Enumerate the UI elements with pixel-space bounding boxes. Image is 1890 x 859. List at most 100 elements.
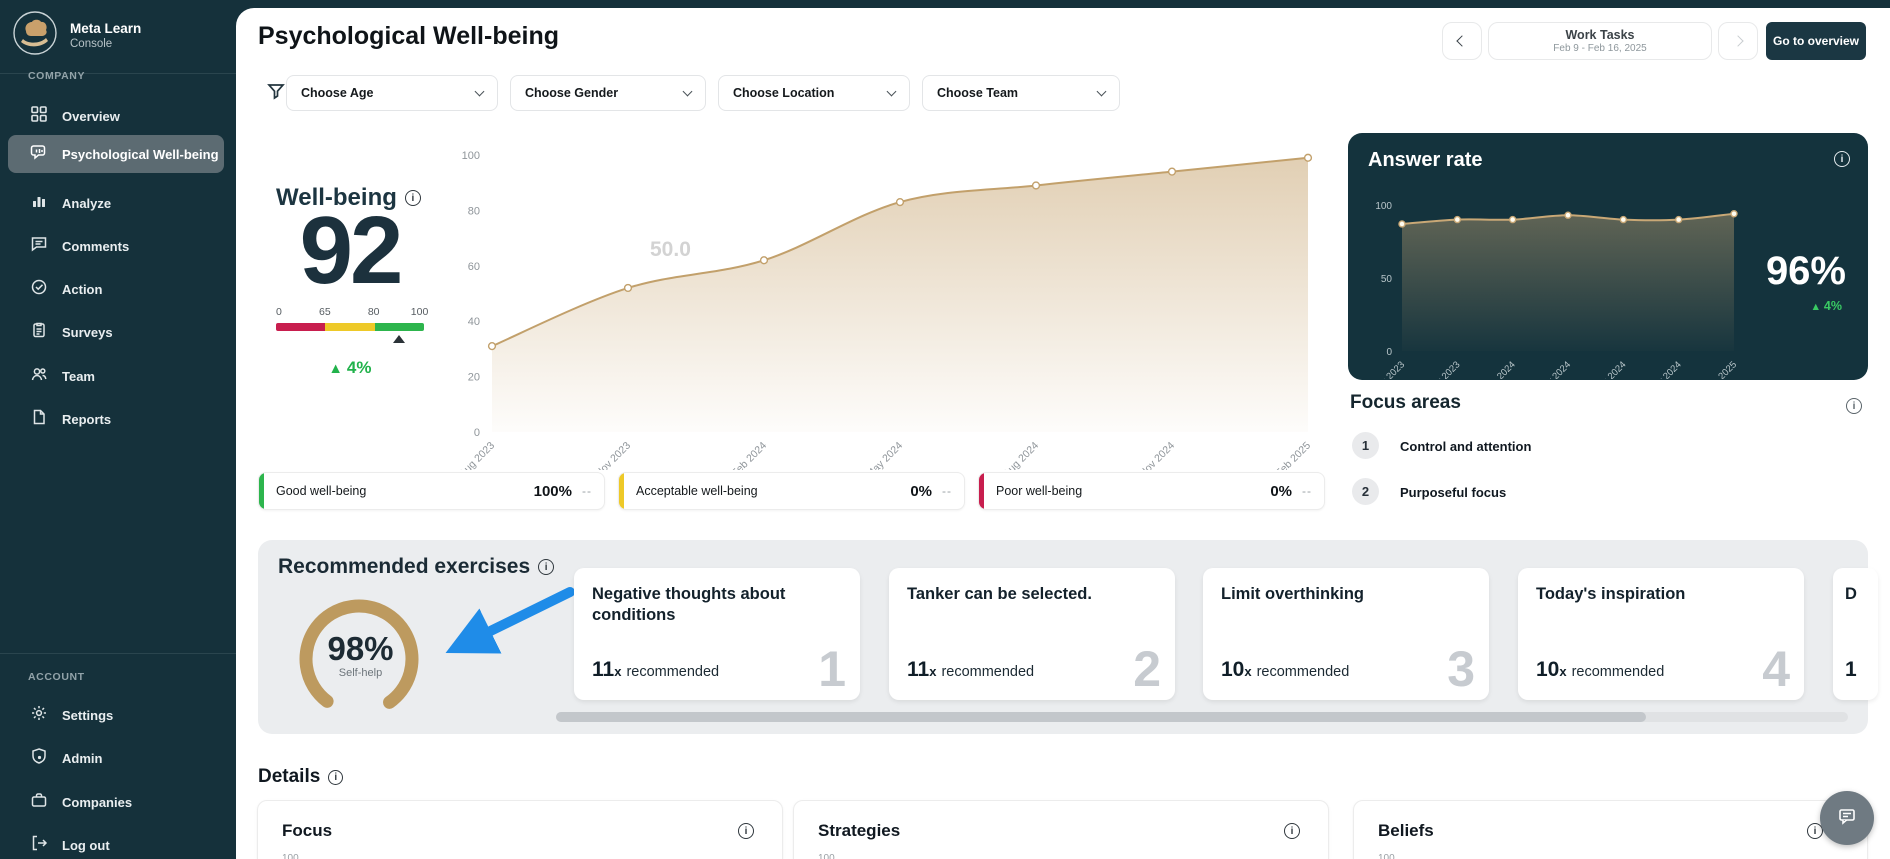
grid-icon [30, 105, 48, 128]
exercise-card[interactable]: D 1 [1833, 568, 1878, 700]
shield-icon [30, 747, 48, 770]
good-segment [375, 323, 424, 331]
brand-text: Meta Learn Console [70, 21, 141, 50]
sidebar-item-overview[interactable]: Overview [8, 97, 224, 135]
legend-more[interactable]: -- [582, 484, 592, 498]
gear-icon [30, 704, 48, 727]
exercise-count-label: recommended [1257, 664, 1350, 680]
sidebar-item-surveys[interactable]: Surveys [8, 313, 224, 351]
chevron-down-icon [887, 87, 897, 97]
exercise-card[interactable]: Limit overthinking 10xrecommended 3 [1203, 568, 1489, 700]
sidebar-item-team[interactable]: › Team [8, 357, 224, 395]
legend-more[interactable]: -- [1302, 484, 1312, 498]
exercise-rank: 3 [1447, 640, 1475, 698]
chevron-left-icon [1456, 35, 1467, 46]
svg-text:50: 50 [1381, 274, 1393, 285]
svg-text:Nov 2023: Nov 2023 [593, 440, 633, 470]
info-icon[interactable] [1846, 398, 1862, 414]
exercise-count: 10 [1221, 658, 1244, 682]
wellbeing-scale-labels: 0 65 80 100 [276, 306, 424, 319]
prev-period-button[interactable] [1442, 22, 1482, 60]
next-period-button[interactable] [1718, 22, 1758, 60]
chart-annotation: 50.0 [650, 238, 691, 262]
info-icon[interactable] [538, 559, 554, 575]
exercise-card[interactable]: Today's inspiration 10xrecommended 4 [1518, 568, 1804, 700]
exercise-title: Today's inspiration [1536, 584, 1746, 605]
people-icon [30, 365, 48, 388]
legend-more[interactable]: -- [942, 484, 952, 498]
team-filter-value: Choose Team [937, 86, 1018, 100]
exercise-title: D [1845, 584, 1878, 605]
svg-text:Aug 2024: Aug 2024 [1001, 440, 1041, 470]
info-icon[interactable] [328, 770, 343, 785]
svg-text:Aug 2024: Aug 2024 [1592, 359, 1629, 379]
sidebar-item-analyze[interactable]: Analyze [8, 184, 224, 222]
svg-text:0: 0 [474, 427, 480, 439]
svg-text:Feb 2025: Feb 2025 [1273, 440, 1313, 470]
svg-text:May 2024: May 2024 [864, 440, 905, 470]
info-icon[interactable] [1834, 151, 1850, 167]
sidebar-item-logout[interactable]: Log out [8, 826, 224, 859]
logout-icon [30, 834, 48, 857]
sidebar-item-label: Admin [62, 751, 102, 766]
exercises-scrollbar-thumb[interactable] [556, 712, 1646, 722]
sidebar-item-label: Analyze [62, 196, 111, 211]
wellbeing-scale: 0 65 80 100 [276, 306, 424, 331]
answer-rate-delta: 4% [1810, 299, 1842, 313]
info-icon[interactable] [1284, 823, 1300, 839]
sidebar-item-admin[interactable]: Admin [8, 739, 224, 777]
feedback-chat-button[interactable] [1820, 791, 1874, 845]
exercise-count-label: recommended [941, 664, 1034, 680]
period-range: Feb 9 - Feb 16, 2025 [1553, 43, 1646, 54]
sidebar-item-settings[interactable]: Settings [8, 696, 224, 734]
sidebar-item-label: Psychological Well-being [62, 147, 219, 162]
period-selector[interactable]: Work Tasks Feb 9 - Feb 16, 2025 [1488, 22, 1712, 60]
filter-icon [266, 81, 286, 106]
arrow-icon [430, 578, 580, 678]
legend-card-acceptable[interactable]: Acceptable well-being 0% -- [618, 472, 965, 510]
exercise-card[interactable]: Tanker can be selected. 11xrecommended 2 [889, 568, 1175, 700]
focus-area-label[interactable]: Control and attention [1400, 439, 1531, 454]
exercise-rank: 1 [818, 640, 846, 698]
exercises-scrollbar-track[interactable] [556, 712, 1848, 722]
answer-rate-title: Answer rate [1368, 149, 1483, 172]
comment-icon [30, 235, 48, 258]
detail-card-title: Strategies [818, 821, 900, 841]
focus-area-label[interactable]: Purposeful focus [1400, 485, 1506, 500]
chevron-right-icon [1732, 35, 1743, 46]
exercise-rank: 2 [1133, 640, 1161, 698]
legend-card-poor[interactable]: Poor well-being 0% -- [978, 472, 1325, 510]
svg-text:May 2024: May 2024 [1536, 359, 1573, 379]
chevron-down-icon [1097, 87, 1107, 97]
brand-name: Meta Learn [70, 21, 141, 36]
location-filter-select[interactable]: Choose Location [718, 75, 910, 111]
info-icon[interactable] [738, 823, 754, 839]
exercise-card[interactable]: Negative thoughts about conditions 11xre… [574, 568, 860, 700]
chat-icon [1836, 805, 1858, 832]
wellbeing-trend-chart: 020406080100Aug 2023Nov 2023Feb 2024May … [450, 115, 1330, 470]
svg-text:Nov 2024: Nov 2024 [1137, 440, 1177, 470]
period-name: Work Tasks [1565, 28, 1634, 42]
svg-text:20: 20 [468, 372, 480, 384]
sidebar-item-comments[interactable]: Comments [8, 227, 224, 265]
focus-area-rank-badge: 2 [1352, 478, 1379, 505]
sidebar-item-psychological-well-being[interactable]: Psychological Well-being [8, 135, 224, 173]
exercise-count-label: recommended [626, 664, 719, 680]
svg-text:40: 40 [468, 316, 480, 328]
wellbeing-score: 92 [272, 203, 428, 299]
gender-filter-select[interactable]: Choose Gender [510, 75, 706, 111]
age-filter-select[interactable]: Choose Age [286, 75, 498, 111]
exercise-count-label: recommended [1572, 664, 1665, 680]
go-to-overview-button[interactable]: Go to overview [1766, 22, 1866, 60]
svg-text:60: 60 [468, 261, 480, 273]
sidebar-item-companies[interactable]: Companies [8, 783, 224, 821]
sidebar-item-reports[interactable]: Reports [8, 400, 224, 438]
acceptable-segment [325, 323, 374, 331]
details-title-text: Details [258, 766, 320, 788]
document-icon [30, 408, 48, 431]
brand-subtitle: Console [70, 38, 141, 50]
team-filter-select[interactable]: Choose Team [922, 75, 1120, 111]
legend-card-good[interactable]: Good well-being 100% -- [258, 472, 605, 510]
sidebar-item-action[interactable]: Action [8, 270, 224, 308]
sidebar-item-label: Companies [62, 795, 132, 810]
